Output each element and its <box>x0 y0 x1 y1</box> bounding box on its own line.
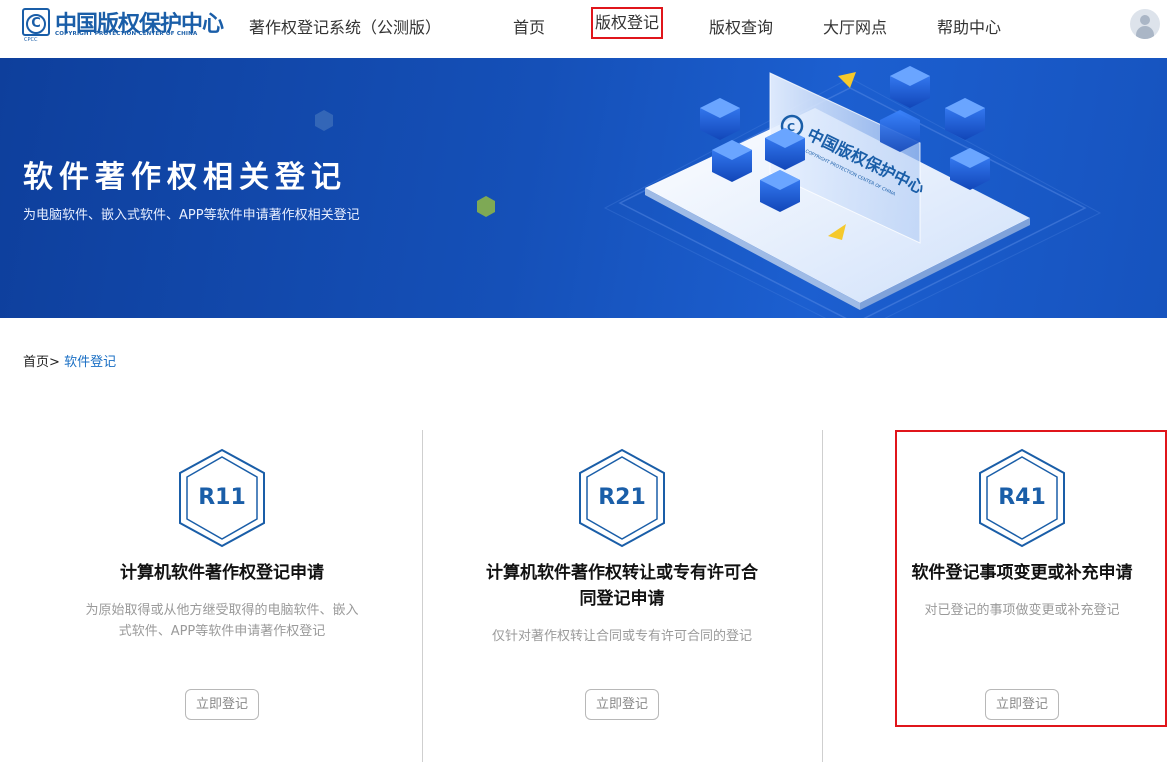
breadcrumb-home[interactable]: 首页 <box>23 355 49 370</box>
cpcc-logo[interactable]: C CPCC 中国版权保护中心 COPYRIGHT PROTECTION CEN… <box>22 8 232 43</box>
card-code: R21 <box>598 485 646 510</box>
hexagon-badge-icon: R21 <box>577 448 667 548</box>
system-title: 著作权登记系统（公测版） <box>249 18 442 37</box>
breadcrumb-separator: > <box>49 355 60 370</box>
card-title: 计算机软件著作权转让或专有许可合 同登记申请 <box>486 563 758 609</box>
nav-item-home[interactable]: 首页 <box>513 14 545 38</box>
floating-hexagon-icon <box>315 110 333 131</box>
card-title: 计算机软件著作权登记申请 <box>120 563 324 583</box>
logo-english-name: COPYRIGHT PROTECTION CENTER OF CHINA <box>55 31 198 37</box>
card-r21: R21 计算机软件著作权转让或专有许可合 同登记申请 仅针对著作权转让合同或专有… <box>422 430 822 762</box>
card-code: R11 <box>198 485 246 510</box>
user-avatar-icon[interactable] <box>1130 9 1160 39</box>
nav-item-copyright-registration[interactable]: 版权登记 <box>591 7 664 39</box>
hexagon-badge-icon: R11 <box>177 448 267 548</box>
copyright-logo-icon: C <box>22 8 50 36</box>
nav-item-copyright-query[interactable]: 版权查询 <box>709 14 773 38</box>
banner-title: 软件著作权相关登记 <box>23 160 347 195</box>
card-r11: R11 计算机软件著作权登记申请 为原始取得或从他方继受取得的电脑软件、嵌入 式… <box>22 430 422 762</box>
breadcrumb: 首页> 软件登记 <box>23 351 116 370</box>
nav-item-help-center[interactable]: 帮助中心 <box>937 14 1001 38</box>
register-now-button[interactable]: 立即登记 <box>185 689 259 720</box>
top-header: C CPCC 中国版权保护中心 COPYRIGHT PROTECTION CEN… <box>0 0 1167 58</box>
card-highlight-frame <box>895 430 1167 727</box>
card-description: 为原始取得或从他方继受取得的电脑软件、嵌入 式软件、APP等软件申请著作权登记 <box>85 603 359 639</box>
floating-hexagon-icon <box>477 196 495 217</box>
breadcrumb-current: 软件登记 <box>64 355 117 370</box>
card-description: 仅针对著作权转让合同或专有许可合同的登记 <box>491 629 752 644</box>
nav-item-service-halls[interactable]: 大厅网点 <box>823 14 887 38</box>
hero-banner: 软件著作权相关登记 为电脑软件、嵌入式软件、APP等软件申请著作权相关登记 C … <box>0 58 1167 318</box>
banner-isometric-illustration: C 中国版权保护中心 COPYRIGHT PROTECTION CENTER O… <box>603 66 1102 318</box>
logo-abbreviation: CPCC <box>24 37 38 43</box>
banner-subtitle: 为电脑软件、嵌入式软件、APP等软件申请著作权相关登记 <box>23 208 360 223</box>
register-now-button[interactable]: 立即登记 <box>585 689 659 720</box>
